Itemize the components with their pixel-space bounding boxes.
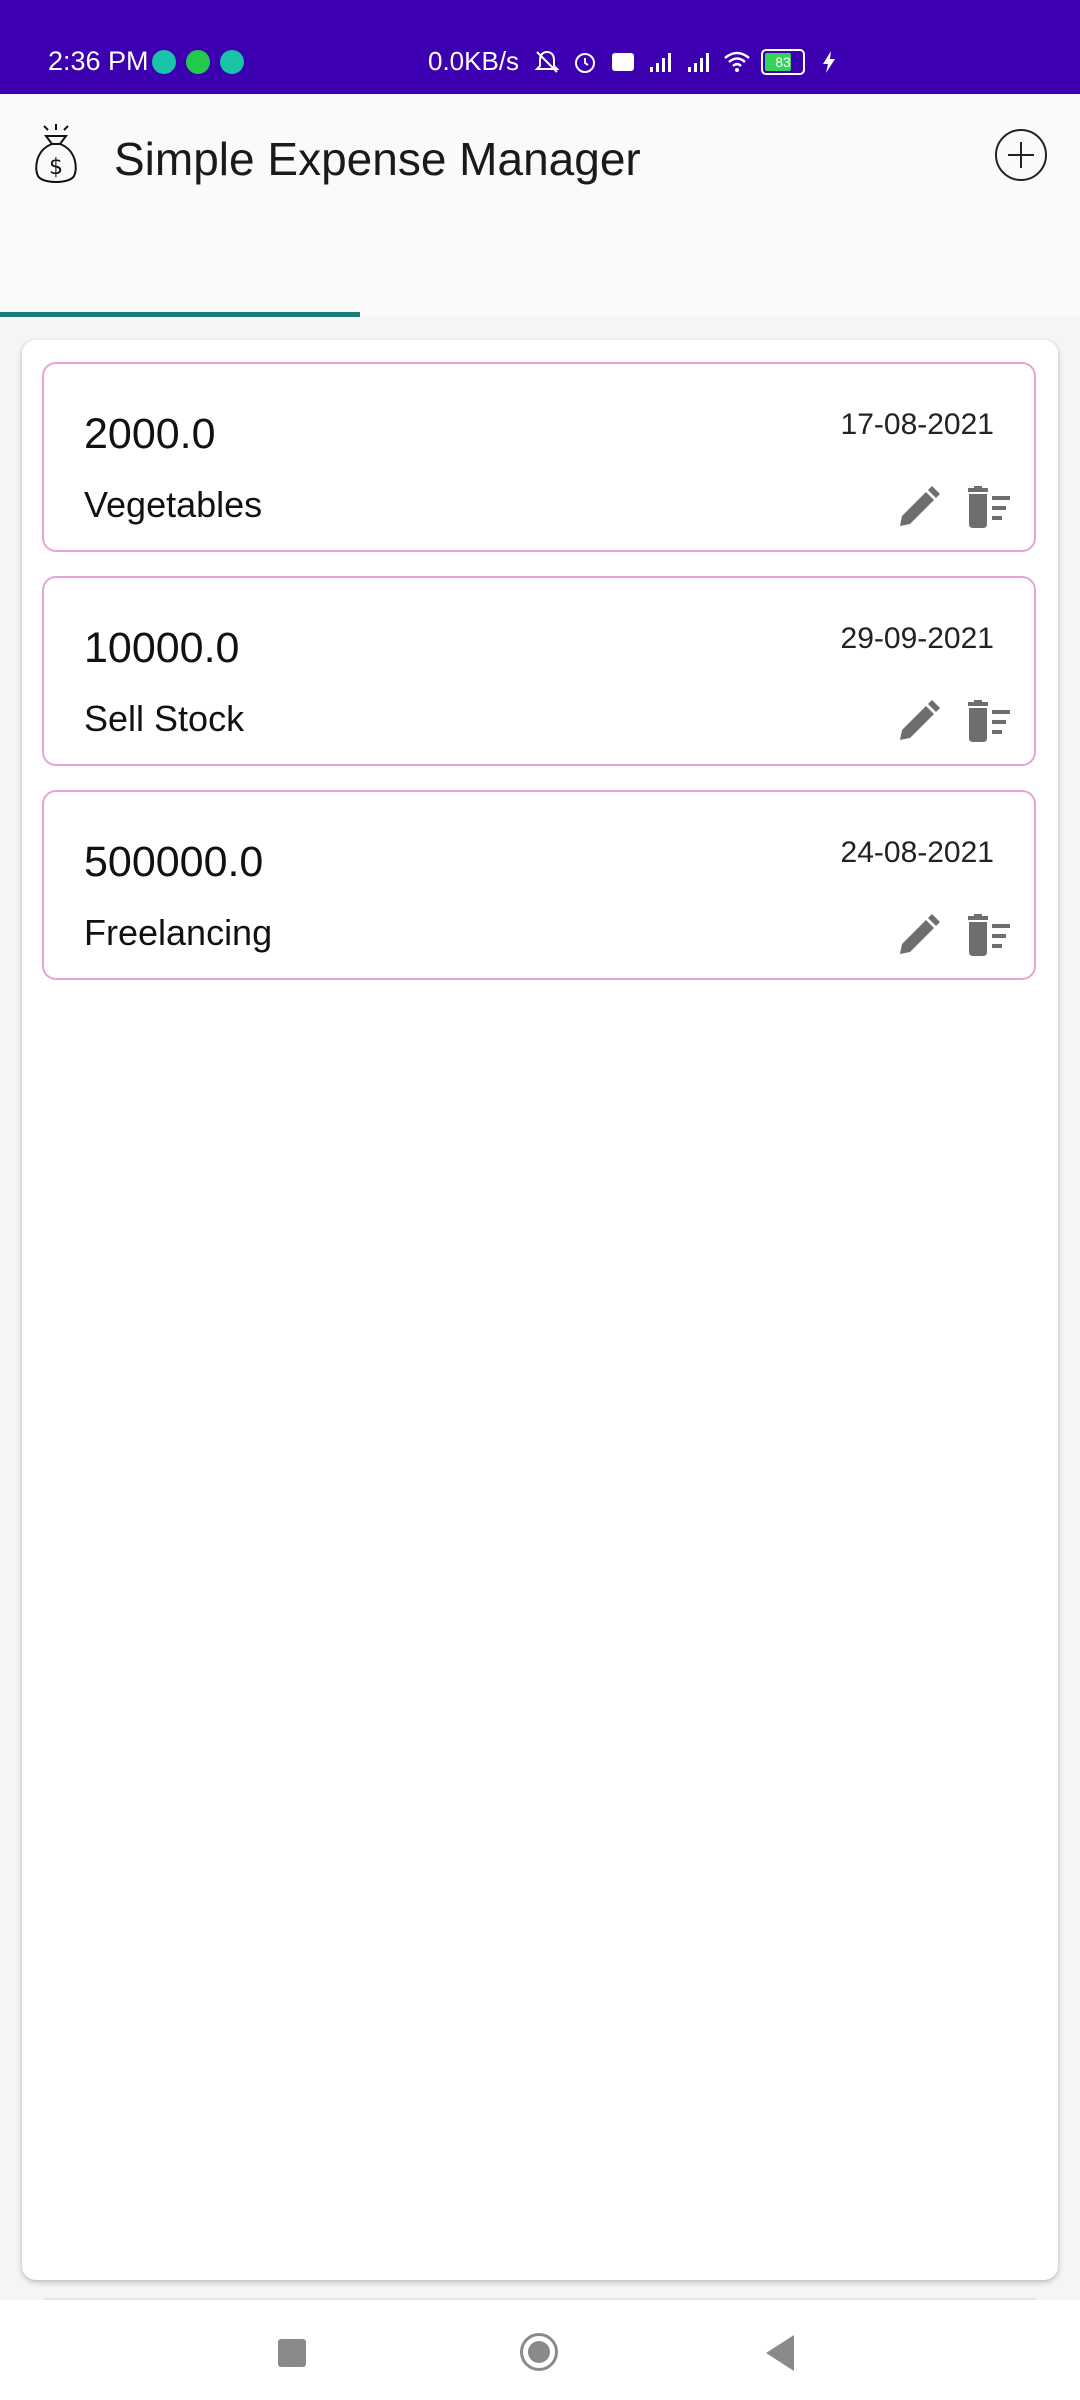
entry-description: Sell Stock [84, 698, 245, 739]
battery-icon: 83 [761, 48, 806, 75]
volte-icon [612, 52, 635, 71]
recent-apps-icon[interactable] [278, 2339, 306, 2367]
status-time: 2:36 PM [48, 46, 149, 76]
entry-amount: 2000.0 [84, 410, 216, 458]
home-icon[interactable] [520, 2333, 558, 2371]
entry-date: 29-09-2021 [840, 622, 994, 655]
signal-icon [650, 52, 672, 72]
add-entry-button[interactable] [995, 129, 1047, 181]
app-notification-icon [152, 50, 176, 74]
alarm-icon [575, 52, 596, 73]
edit-icon[interactable] [896, 914, 940, 958]
entry-date: 24-08-2021 [840, 836, 994, 869]
svg-text:$: $ [49, 155, 63, 180]
status-indicators: 0.0KB/s 83 [428, 46, 843, 77]
back-icon[interactable] [766, 2335, 794, 2371]
entry-description: Vegetables [84, 484, 263, 525]
entry-description: Freelancing [84, 912, 273, 953]
signal-icon [688, 52, 710, 72]
app-bar: $ Simple Expense Manager INCOME EXPENSE … [0, 94, 1080, 381]
edit-icon[interactable] [896, 700, 940, 744]
edit-icon[interactable] [896, 486, 940, 530]
nav-divider [44, 2298, 1036, 2300]
delete-icon[interactable] [966, 486, 1012, 530]
list-item[interactable]: 500000.0 24-08-2021 Freelancing [42, 790, 1036, 980]
app-title: Simple Expense Manager [114, 133, 641, 185]
tab-indicator [0, 312, 360, 317]
delete-icon[interactable] [966, 914, 1012, 958]
list-item[interactable]: 2000.0 17-08-2021 Vegetables [42, 362, 1036, 552]
notification-icons [152, 50, 244, 74]
wifi-icon [724, 51, 750, 72]
delete-icon[interactable] [966, 700, 1012, 744]
entry-amount: 500000.0 [84, 838, 264, 886]
entry-date: 17-08-2021 [840, 408, 994, 441]
status-bar: 2:36 PM 0.0KB/s 83 [0, 0, 1080, 94]
mute-bell-icon [534, 50, 560, 73]
network-speed: 0.0KB/s [428, 46, 520, 76]
battery-level: 83 [775, 53, 791, 70]
app-notification-icon [220, 50, 244, 74]
whatsapp-icon [186, 50, 210, 74]
money-bag-icon: $ [35, 124, 77, 183]
list-item[interactable]: 10000.0 29-09-2021 Sell Stock [42, 576, 1036, 766]
charging-icon [823, 50, 836, 73]
entries-list: 2000.0 17-08-2021 Vegetables 10000.0 29-… [22, 340, 1058, 2280]
entry-amount: 10000.0 [84, 624, 240, 672]
